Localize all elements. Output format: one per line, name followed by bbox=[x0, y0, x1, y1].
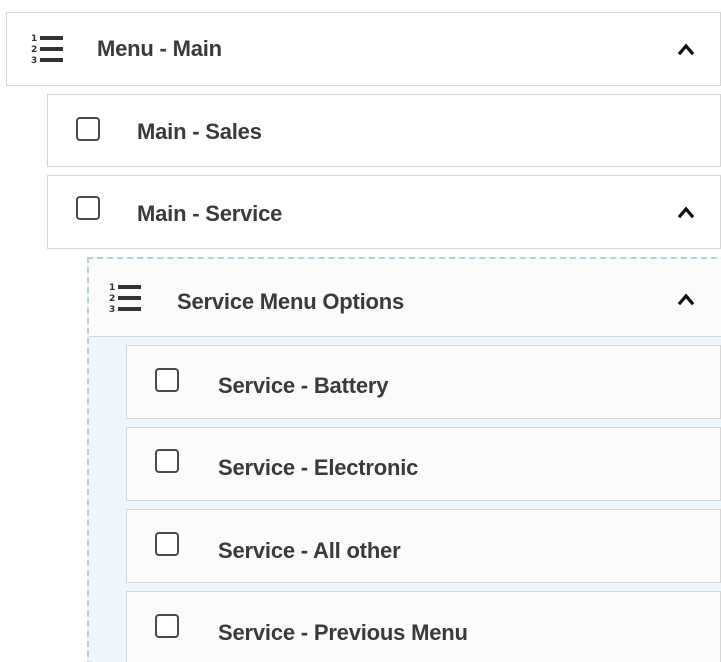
service-battery-label: Service - Battery bbox=[218, 373, 389, 398]
main-sales-label: Main - Sales bbox=[137, 119, 262, 144]
tree-item-service-all-other[interactable]: Service - All other bbox=[126, 509, 721, 583]
menu-tree: 1 2 3 Menu - Main Main - Sales Main - Se… bbox=[0, 0, 721, 662]
chevron-up-icon[interactable] bbox=[677, 292, 695, 306]
service-electronic-checkbox[interactable] bbox=[155, 449, 179, 473]
service-battery-checkbox[interactable] bbox=[155, 368, 179, 392]
tree-item-main-service[interactable]: Main - Service bbox=[47, 175, 721, 249]
service-all-other-checkbox[interactable] bbox=[155, 532, 179, 556]
svg-text:2: 2 bbox=[31, 45, 37, 55]
service-menu-options-label: Service Menu Options bbox=[177, 289, 405, 314]
menu-main-label: Menu - Main bbox=[97, 36, 222, 61]
numbered-list-icon: 1 2 3 bbox=[107, 280, 143, 316]
svg-text:2: 2 bbox=[109, 294, 115, 304]
service-electronic-label: Service - Electronic bbox=[218, 455, 419, 480]
numbered-list-icon: 1 2 3 bbox=[29, 31, 65, 67]
tree-item-main-sales[interactable]: Main - Sales bbox=[47, 94, 721, 167]
tree-item-service-electronic[interactable]: Service - Electronic bbox=[126, 427, 721, 501]
main-sales-checkbox[interactable] bbox=[76, 117, 100, 141]
service-all-other-label: Service - All other bbox=[218, 538, 401, 563]
chevron-up-icon[interactable] bbox=[677, 205, 695, 219]
service-menu-options-row[interactable]: 1 2 3 Service Menu Options bbox=[89, 259, 721, 337]
service-previous-menu-checkbox[interactable] bbox=[155, 614, 179, 638]
main-service-label: Main - Service bbox=[137, 201, 283, 226]
svg-text:1: 1 bbox=[31, 34, 37, 44]
svg-text:1: 1 bbox=[109, 283, 115, 293]
service-previous-menu-label: Service - Previous Menu bbox=[218, 620, 468, 645]
menu-main-row[interactable]: 1 2 3 Menu - Main bbox=[6, 12, 721, 86]
main-service-checkbox[interactable] bbox=[76, 196, 100, 220]
svg-text:3: 3 bbox=[31, 56, 37, 66]
tree-item-service-battery[interactable]: Service - Battery bbox=[126, 345, 721, 419]
chevron-up-icon[interactable] bbox=[677, 42, 695, 56]
svg-text:3: 3 bbox=[109, 305, 115, 315]
tree-item-service-previous-menu[interactable]: Service - Previous Menu bbox=[126, 591, 721, 662]
